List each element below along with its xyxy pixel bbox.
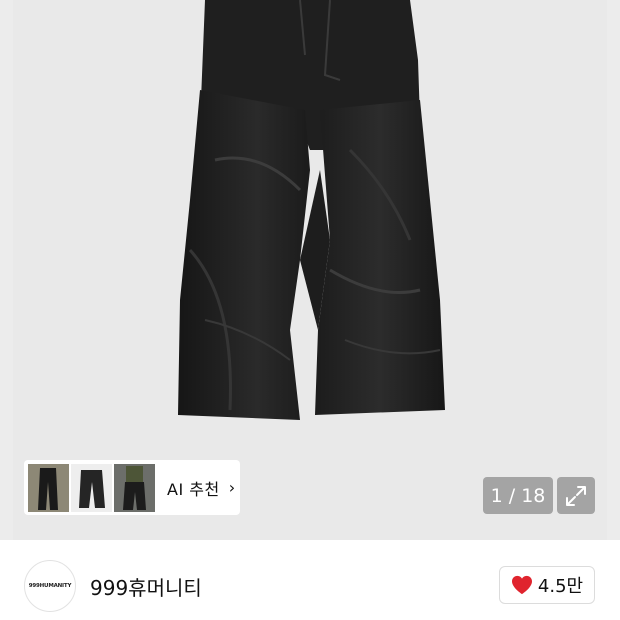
- pants-model-photo-icon: [114, 463, 155, 512]
- expand-icon: [566, 485, 586, 506]
- thumbnail-3[interactable]: [114, 463, 155, 512]
- ai-recommend-link[interactable]: AI 추천 ›: [167, 476, 236, 500]
- thumbnail-2[interactable]: [71, 463, 112, 512]
- like-count: 4.5만: [537, 576, 584, 597]
- product-image: [178, 0, 445, 420]
- pants-flat-photo-icon: [71, 463, 112, 512]
- heart-icon: [511, 575, 532, 595]
- like-button[interactable]: 4.5만: [499, 566, 595, 604]
- pants-outfit-photo-icon: [28, 463, 69, 512]
- brand-logo-text: 999HUMANITY: [28, 583, 72, 589]
- product-image-gallery[interactable]: AI 추천 › 1 / 18: [0, 0, 620, 540]
- ai-recommend-panel[interactable]: AI 추천 ›: [24, 460, 240, 515]
- chevron-right-icon: ›: [228, 478, 236, 497]
- brand-name-link[interactable]: 999휴머니티: [90, 572, 202, 601]
- image-counter: 1 / 18: [483, 477, 553, 514]
- expand-button[interactable]: [557, 477, 595, 514]
- ai-recommend-label: AI 추천: [167, 479, 220, 499]
- brand-logo[interactable]: 999HUMANITY: [24, 560, 76, 612]
- thumbnail-1[interactable]: [28, 463, 69, 512]
